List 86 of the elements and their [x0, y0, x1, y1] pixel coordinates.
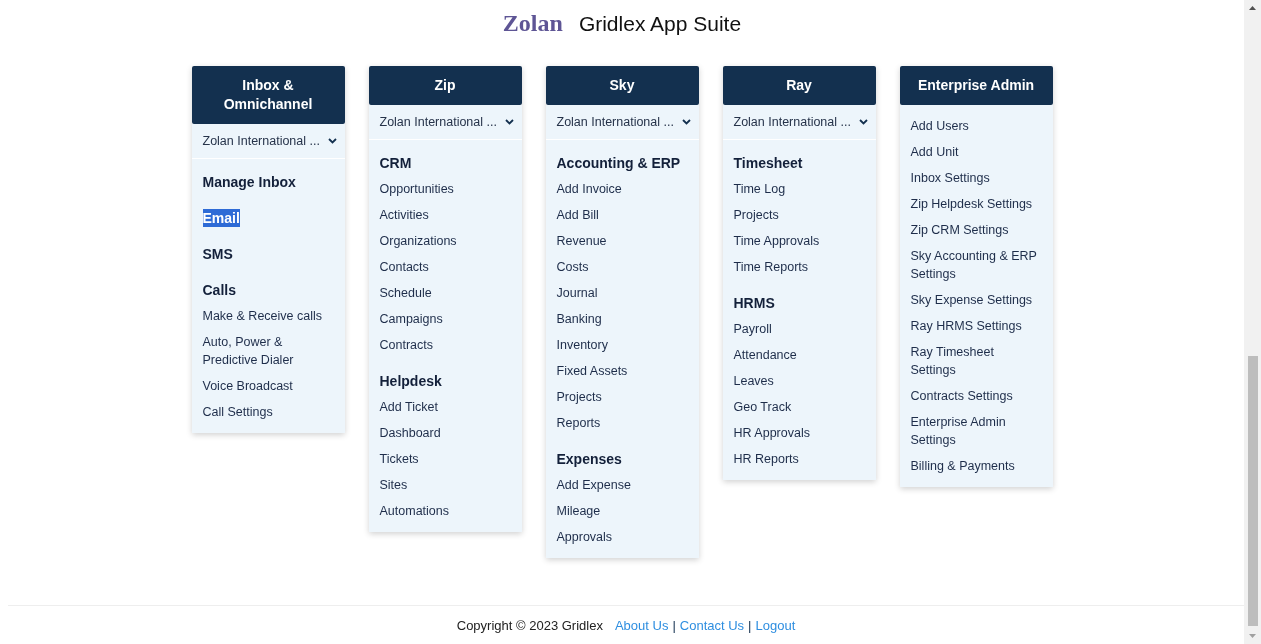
menu-link[interactable]: Sky Accounting & ERP Settings [910, 247, 1042, 283]
menu-link[interactable]: Time Reports [733, 258, 865, 276]
menu-link[interactable]: Add Users [910, 117, 1042, 135]
menu-heading[interactable]: Helpdesk [379, 372, 442, 390]
menu-link[interactable]: Projects [556, 388, 688, 406]
separator-text: | [748, 617, 752, 633]
menu-link[interactable]: Auto, Power & Predictive Dialer [202, 333, 334, 369]
footer-link[interactable]: Logout [755, 617, 796, 633]
menu-heading[interactable]: Manage Inbox [202, 173, 296, 191]
column-header: Inbox & Omnichannel [191, 66, 345, 124]
menu-link[interactable]: Inbox Settings [910, 169, 1042, 187]
menu-link[interactable]: Time Approvals [733, 232, 865, 250]
menu-link[interactable]: Leaves [733, 372, 865, 390]
menu-link[interactable]: Contracts [379, 336, 511, 354]
menu-link[interactable]: Add Ticket [379, 398, 511, 416]
chevron-down-icon [681, 119, 691, 125]
menu-link[interactable]: HR Reports [733, 450, 865, 468]
menu-link[interactable]: Fixed Assets [556, 362, 688, 380]
menu-link[interactable]: Organizations [379, 232, 511, 250]
menu-link[interactable]: Ray Timesheet Settings [910, 343, 1042, 379]
menu-heading[interactable]: Email [202, 209, 240, 227]
menu-link[interactable]: Sky Expense Settings [910, 291, 1042, 309]
menu-link[interactable]: Add Unit [910, 143, 1042, 161]
menu-link[interactable]: Zip Helpdesk Settings [910, 195, 1042, 213]
menu-heading[interactable]: Expenses [556, 450, 622, 468]
menu-link[interactable]: Projects [733, 206, 865, 224]
menu-link[interactable]: Approvals [556, 528, 688, 546]
menu-link[interactable]: Time Log [733, 180, 865, 198]
menu-heading[interactable]: CRM [379, 154, 412, 172]
menu-link[interactable]: Revenue [556, 232, 688, 250]
scroll-down-icon[interactable] [1249, 634, 1256, 638]
menu-link[interactable]: Tickets [379, 450, 511, 468]
menu-link[interactable]: Billing & Payments [910, 457, 1042, 475]
menu-link[interactable]: Reports [556, 414, 688, 432]
menu-link[interactable]: Campaigns [379, 310, 511, 328]
chevron-down-icon [504, 119, 514, 125]
menu-link[interactable]: Banking [556, 310, 688, 328]
menu-link[interactable]: HR Approvals [733, 424, 865, 442]
menu-link[interactable]: Payroll [733, 320, 865, 338]
menu-link[interactable]: Automations [379, 502, 511, 520]
menu-heading[interactable]: Accounting & ERP [556, 154, 681, 172]
menu-heading[interactable]: Timesheet [733, 154, 803, 172]
menu-link[interactable]: Dashboard [379, 424, 511, 442]
menu-link[interactable]: Contracts Settings [910, 387, 1042, 405]
menu-link[interactable]: Add Expense [556, 476, 688, 494]
column-header: Zip [368, 66, 522, 105]
scroll-thumb[interactable] [1248, 356, 1258, 626]
menu-link[interactable]: Geo Track [733, 398, 865, 416]
menu-link[interactable]: Sites [379, 476, 511, 494]
organization-dropdown[interactable]: Zolan International ... [722, 105, 876, 140]
menu-link[interactable]: Opportunities [379, 180, 511, 198]
menu-heading[interactable]: Calls [202, 281, 236, 299]
brand-logo: Zolan [502, 10, 563, 37]
column-header: Ray [722, 66, 876, 105]
chevron-down-icon [327, 138, 337, 144]
column-header: Sky [545, 66, 699, 105]
menu-link[interactable]: Journal [556, 284, 688, 302]
footer-link[interactable]: Contact Us [679, 617, 745, 633]
organization-dropdown[interactable]: Zolan International ... [545, 105, 699, 140]
menu-link[interactable]: Contacts [379, 258, 511, 276]
menu-link[interactable]: Enterprise Admin Settings [910, 413, 1042, 449]
chevron-down-icon [858, 119, 868, 125]
menu-link[interactable]: Schedule [379, 284, 511, 302]
menu-link[interactable]: Add Invoice [556, 180, 688, 198]
organization-dropdown[interactable]: Zolan International ... [191, 124, 345, 159]
menu-link[interactable]: Attendance [733, 346, 865, 364]
menu-link[interactable]: Ray HRMS Settings [910, 317, 1042, 335]
scroll-up-icon[interactable] [1249, 6, 1256, 10]
separator-text: | [672, 617, 676, 633]
footer-link[interactable]: About Us [614, 617, 669, 633]
menu-heading[interactable]: HRMS [733, 294, 775, 312]
scrollbar[interactable] [1244, 0, 1261, 644]
menu-link[interactable]: Costs [556, 258, 688, 276]
menu-link[interactable]: Activities [379, 206, 511, 224]
menu-link[interactable]: Make & Receive calls [202, 307, 334, 325]
menu-link[interactable]: Voice Broadcast [202, 377, 334, 395]
column-header: Enterprise Admin [899, 66, 1053, 105]
page-title: Gridlex App Suite [578, 12, 742, 36]
menu-link[interactable]: Inventory [556, 336, 688, 354]
menu-link[interactable]: Add Bill [556, 206, 688, 224]
menu-link[interactable]: Call Settings [202, 403, 334, 421]
menu-link[interactable]: Zip CRM Settings [910, 221, 1042, 239]
menu-heading[interactable]: SMS [202, 245, 233, 263]
copyright-text: Copyright © 2023 Gridlex [456, 617, 603, 633]
menu-link[interactable]: Mileage [556, 502, 688, 520]
organization-dropdown[interactable]: Zolan International ... [368, 105, 522, 140]
